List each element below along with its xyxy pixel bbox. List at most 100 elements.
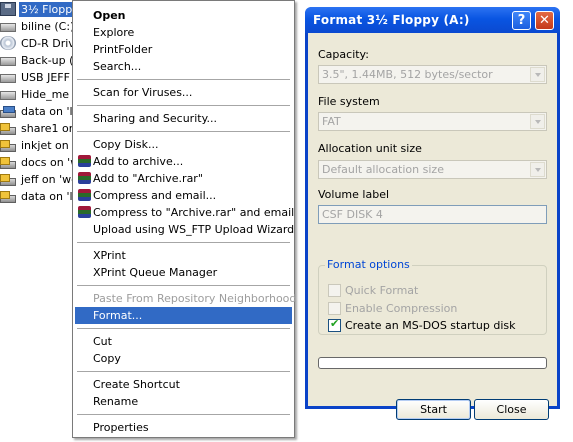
format-progress-bar: [318, 357, 547, 369]
menu-separator: [77, 131, 290, 132]
tree-item-docs[interactable]: docs on 'we: [0, 154, 80, 170]
allocation-label: Allocation unit size: [318, 142, 422, 155]
tree-item-label: CD-R Drive: [21, 36, 80, 50]
menu-item-search[interactable]: Search...: [75, 58, 292, 75]
checkbox-box: [328, 284, 341, 297]
menu-item-compress-email[interactable]: Compress and email...: [75, 187, 292, 204]
capacity-select: 3.5", 1.44MB, 512 bytes/sector: [318, 65, 547, 84]
winrar-icon: [78, 172, 91, 184]
menu-item-rename[interactable]: Rename: [75, 393, 292, 410]
tree-item-label: biline (C:): [21, 19, 75, 33]
network-share-icon: [0, 156, 16, 169]
chevron-down-icon: [530, 67, 545, 82]
tree-item-label: share1 on ': [21, 121, 80, 135]
checkbox-box[interactable]: ✔: [328, 317, 341, 332]
drive-icon: [0, 91, 16, 100]
menu-item-copy-disk[interactable]: Copy Disk...: [75, 136, 292, 153]
tree-item-label: USB JEFF (I: [21, 70, 80, 84]
menu-separator: [77, 328, 290, 329]
volume-label: Volume label: [318, 188, 390, 201]
msdos-startup-label: Create an MS-DOS startup disk: [345, 319, 516, 332]
filesystem-label: File system: [318, 95, 380, 108]
allocation-select: Default allocation size: [318, 160, 547, 179]
tree-item-label: Hide_me (G: [21, 87, 80, 101]
menu-item-sharing-security[interactable]: Sharing and Security...: [75, 110, 292, 127]
drive-icon: [0, 74, 16, 83]
format-options-title: Format options: [325, 258, 412, 271]
menu-item-compress-rar-email[interactable]: Compress to "Archive.rar" and email: [75, 204, 294, 221]
tree-item-cd-drive[interactable]: CD-R Drive: [0, 35, 80, 51]
menu-item-label: Add to archive...: [93, 155, 184, 168]
close-window-button[interactable]: ✕: [535, 11, 554, 30]
winrar-icon: [78, 206, 91, 218]
folder-tree: 3½ Floppy biline (C:) CD-R Drive Back-up…: [0, 0, 80, 442]
drive-icon: [0, 23, 16, 32]
start-button[interactable]: Start: [396, 399, 471, 420]
network-drive-icon: [0, 105, 16, 118]
menu-item-xprint-queue[interactable]: XPrint Queue Manager: [75, 264, 292, 281]
menu-item-cut[interactable]: Cut: [75, 333, 292, 350]
menu-item-paste-repository: Paste From Repository Neighborhood: [93, 292, 297, 305]
winrar-icon: [78, 155, 91, 167]
menu-item-xprint[interactable]: XPrint: [75, 247, 292, 264]
dialog-titlebar[interactable]: Format 3½ Floppy (A:) ? ✕: [305, 7, 560, 33]
menu-item-add-archive[interactable]: Add to archive...: [75, 153, 292, 170]
menu-separator: [77, 414, 290, 415]
menu-item-format[interactable]: Format...: [75, 307, 292, 324]
chevron-down-icon: [530, 162, 545, 177]
menu-separator: [77, 105, 290, 106]
cd-drive-icon: [0, 36, 16, 50]
quick-format-checkbox: Quick Format: [328, 284, 418, 297]
menu-separator: [77, 242, 290, 243]
tree-item-floppy[interactable]: 3½ Floppy: [0, 1, 80, 17]
menu-item-label: Compress and email...: [93, 189, 217, 202]
menu-separator: [77, 371, 290, 372]
tree-item-share1[interactable]: share1 on ': [0, 120, 80, 136]
tree-item-network-drive[interactable]: data on 'luc: [0, 103, 80, 119]
menu-item-open[interactable]: Open: [75, 7, 292, 24]
tree-item-label: data on 'luc: [21, 189, 80, 203]
filesystem-select: FAT: [318, 112, 547, 131]
close-button[interactable]: Close: [474, 399, 549, 420]
menu-item-upload-ftp[interactable]: Upload using WS_FTP Upload Wizard: [75, 221, 294, 238]
tree-item-label: jeff on 'web: [21, 172, 80, 186]
capacity-value: 3.5", 1.44MB, 512 bytes/sector: [322, 68, 493, 81]
chevron-down-icon: [530, 114, 545, 129]
menu-separator: [77, 285, 290, 286]
menu-item-copy[interactable]: Copy: [75, 350, 292, 367]
dialog-body: Capacity: 3.5", 1.44MB, 512 bytes/sector…: [308, 33, 557, 420]
format-options-group: Format options Quick Format Enable Compr…: [318, 258, 547, 335]
quick-format-label: Quick Format: [345, 284, 419, 297]
tree-item-drive-c[interactable]: biline (C:): [0, 18, 76, 34]
tree-item-hide-me[interactable]: Hide_me (G: [0, 86, 80, 102]
help-button[interactable]: ?: [512, 11, 531, 30]
network-share-icon: [0, 173, 16, 186]
menu-item-scan-viruses[interactable]: Scan for Viruses...: [75, 84, 292, 101]
msdos-startup-checkbox[interactable]: ✔ Create an MS-DOS startup disk: [328, 317, 516, 332]
menu-separator: [77, 79, 290, 80]
menu-item-create-shortcut[interactable]: Create Shortcut: [75, 376, 292, 393]
dialog-title: Format 3½ Floppy (A:): [313, 13, 470, 27]
volume-label-value: CSF DISK 4: [322, 208, 383, 221]
network-share-icon: [0, 122, 16, 135]
tree-item-data[interactable]: data on 'luc: [0, 188, 80, 204]
drive-icon: [0, 57, 16, 66]
checkbox-box: [328, 302, 341, 315]
menu-item-add-archive-rar[interactable]: Add to "Archive.rar": [75, 170, 292, 187]
context-menu: Open Explore PrintFolder Search... Scan …: [72, 0, 297, 438]
enable-compression-checkbox: Enable Compression: [328, 302, 457, 315]
network-share-icon: [0, 139, 16, 152]
menu-item-label: Add to "Archive.rar": [93, 172, 203, 185]
tree-item-usb[interactable]: USB JEFF (I: [0, 69, 80, 85]
tree-item-backup[interactable]: Back-up (E:: [0, 52, 80, 68]
menu-item-print-folder[interactable]: PrintFolder: [75, 41, 292, 58]
tree-item-label: Back-up (E:: [21, 53, 80, 67]
volume-label-input: CSF DISK 4: [318, 205, 547, 224]
tree-item-label: inkjet on 'w: [21, 138, 80, 152]
filesystem-value: FAT: [322, 115, 341, 128]
menu-item-properties[interactable]: Properties: [75, 419, 292, 436]
tree-item-inkjet[interactable]: inkjet on 'w: [0, 137, 80, 153]
tree-item-jeff[interactable]: jeff on 'web: [0, 171, 80, 187]
winrar-icon: [78, 189, 91, 201]
menu-item-explore[interactable]: Explore: [75, 24, 292, 41]
